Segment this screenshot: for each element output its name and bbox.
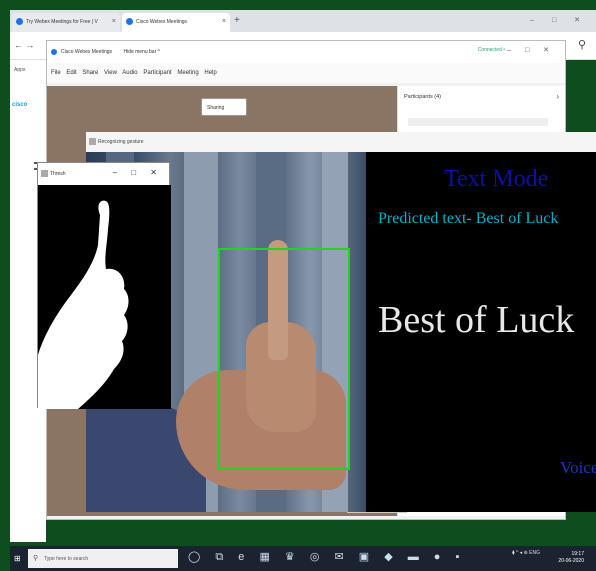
window-app-icon (41, 170, 48, 177)
webex-favicon-icon (126, 18, 133, 25)
thresh-window: Thresh – □ ✕ (37, 162, 171, 409)
system-tray-icons[interactable]: ⧫ ^ ◂ ⊕ ENG (512, 550, 540, 556)
clock-date: 20-06-2020 (558, 558, 584, 564)
thresh-title: Thresh (50, 171, 66, 177)
connection-status[interactable]: Connected • (478, 47, 505, 53)
tab-label: Cisco Webex Meetings (136, 19, 188, 25)
thresh-title-bar: Thresh – □ ✕ (38, 163, 169, 185)
close-tab-icon[interactable]: × (222, 18, 226, 25)
threshold-mask-image (38, 185, 171, 409)
menu-audio[interactable]: Audio (122, 70, 137, 76)
search-icon: ⚲ (33, 555, 39, 562)
taskbar-clock[interactable]: 19:17 20-06-2020 (558, 551, 584, 565)
window-app-icon (89, 138, 96, 145)
mode-label: Text Mode (444, 166, 549, 192)
webex-window-controls[interactable]: – □ ✕ (507, 46, 555, 54)
menu-share[interactable]: Share (82, 70, 98, 76)
cisco-logo: cisco (12, 102, 28, 108)
recognizer-title: Recognizing gesture (98, 139, 144, 145)
desktop-background: Try Webex Meetings for Free | V × Cisco … (0, 0, 596, 571)
webex-menu-bar: File Edit Share View Audio Participant M… (47, 63, 565, 83)
sharing-button[interactable]: Sharing (201, 98, 247, 116)
participants-header[interactable]: Participants (4) (404, 94, 441, 100)
search-placeholder: Type here to search (44, 556, 89, 562)
participant-row[interactable] (408, 118, 548, 126)
profile-icon[interactable]: ⚲ (578, 38, 586, 51)
browser-tab-webex-meetings[interactable]: Cisco Webex Meetings × (122, 13, 230, 32)
menu-help[interactable]: Help (204, 70, 216, 76)
menu-meeting[interactable]: Meeting (177, 70, 198, 76)
menu-file[interactable]: File (51, 70, 61, 76)
tab-label: Try Webex Meetings for Free | V (26, 19, 98, 25)
webex-logo-icon (51, 49, 57, 55)
taskbar-app-icons[interactable]: ◯ ⧉ e ▦ ♛ ◎ ✉ ▣ ◆ ▬ ● ▪ (188, 550, 465, 564)
webex-title-bar: Cisco Webex Meetings Hide menu bar ^ Con… (47, 41, 565, 63)
chevron-right-icon[interactable]: › (556, 92, 559, 101)
webex-title: Cisco Webex Meetings (61, 49, 113, 55)
taskbar-search-box[interactable]: ⚲ Type here to search (28, 549, 178, 568)
webex-favicon-icon (16, 18, 23, 25)
menu-view[interactable]: View (104, 70, 117, 76)
thresh-window-controls[interactable]: – □ ✕ (113, 168, 163, 177)
menu-participant[interactable]: Participant (143, 70, 171, 76)
recognized-text-display: Best of Luck (378, 299, 575, 341)
browser-tab-bar: Try Webex Meetings for Free | V × Cisco … (10, 10, 596, 32)
menu-edit[interactable]: Edit (66, 70, 76, 76)
voice-label: Voice (560, 458, 596, 477)
text-output-panel: Text Mode Predicted text- Best of Luck B… (366, 152, 596, 512)
browser-window-controls[interactable]: – □ ✕ (530, 16, 588, 24)
windows-start-icon[interactable]: ⊞ (14, 554, 23, 563)
close-tab-icon[interactable]: × (112, 18, 116, 25)
windows-taskbar: ⊞ ⚲ Type here to search ◯ ⧉ e ▦ ♛ ◎ ✉ ▣ … (10, 546, 596, 571)
gesture-bounding-box (218, 248, 350, 470)
new-tab-button[interactable]: + (234, 15, 240, 26)
browser-tab-webex-trial[interactable]: Try Webex Meetings for Free | V × (12, 13, 120, 32)
predicted-text: Predicted text- Best of Luck (378, 210, 559, 227)
back-forward-icon[interactable]: ← → (14, 40, 35, 50)
clock-time: 19:17 (571, 551, 584, 557)
recognizer-title-bar: Recognizing gesture (86, 132, 596, 152)
hide-menu-bar[interactable]: Hide menu bar ^ (123, 49, 160, 55)
apps-shortcut[interactable]: Apps (10, 60, 50, 82)
